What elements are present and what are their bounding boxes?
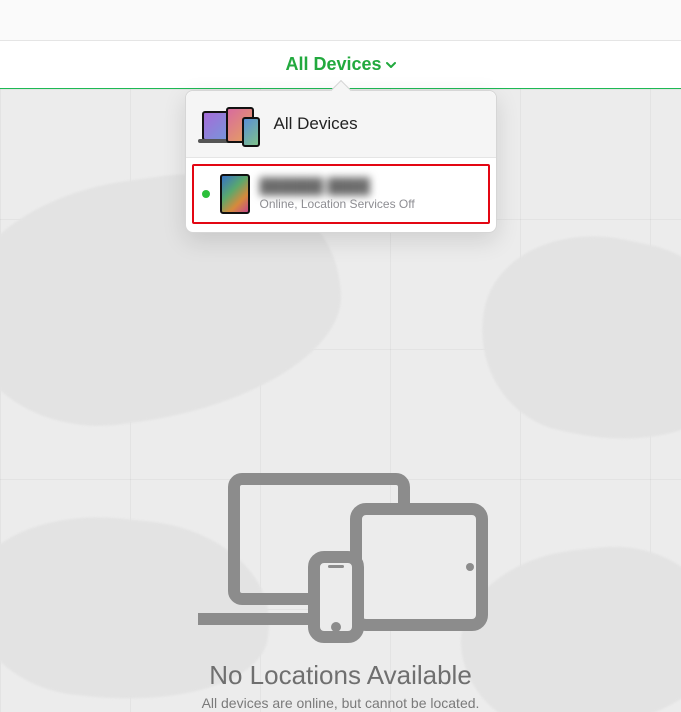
online-status-dot-icon	[202, 190, 210, 198]
device-name: ██████ ████	[260, 178, 415, 195]
empty-state: No Locations Available All devices are o…	[0, 469, 681, 711]
device-thumbnail-icon	[220, 174, 250, 214]
chevron-down-icon	[386, 60, 396, 70]
device-status: Online, Location Services Off	[260, 197, 415, 211]
device-group-icon	[202, 103, 260, 145]
all-devices-dropdown-trigger[interactable]: All Devices	[285, 54, 395, 75]
device-list: ██████ ████ Online, Location Services Of…	[186, 158, 496, 232]
empty-state-subtitle: All devices are online, but cannot be lo…	[202, 695, 480, 711]
device-row[interactable]: ██████ ████ Online, Location Services Of…	[192, 164, 490, 224]
empty-state-title: No Locations Available	[209, 660, 472, 691]
all-devices-option-label: All Devices	[274, 114, 358, 134]
device-text: ██████ ████ Online, Location Services Of…	[260, 178, 415, 211]
all-devices-trigger-label: All Devices	[285, 54, 381, 75]
window-top-spacer	[0, 0, 681, 41]
devices-dropdown-panel: All Devices ██████ ████ Online, Location…	[185, 90, 497, 233]
devices-illustration-icon	[186, 469, 496, 644]
